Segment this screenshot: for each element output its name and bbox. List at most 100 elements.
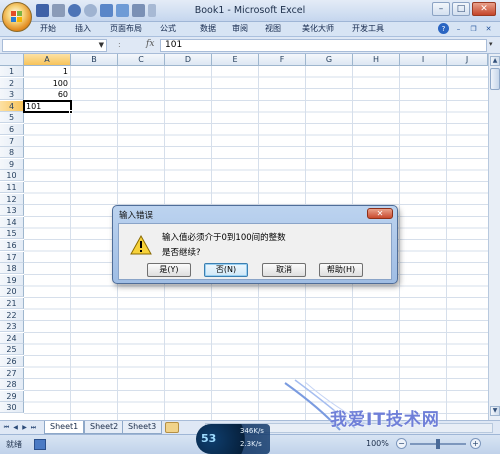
column-header-c[interactable]: C [118,54,165,66]
row-header-27[interactable]: 27 [0,367,24,379]
tab-page-layout[interactable]: 页面布局 [110,23,142,34]
cell-a2[interactable]: 100 [24,78,70,89]
tab-review[interactable]: 审阅 [232,23,248,34]
tab-formulas[interactable]: 公式 [160,23,176,34]
row-header-4[interactable]: 4 [0,100,24,112]
row-header-9[interactable]: 9 [0,158,24,170]
row-header-5[interactable]: 5 [0,112,24,124]
input-error-dialog: 输入错误 ✕ 输入值必须介于0到100间的整数 是否继续? 是(Y) 否(N) … [112,205,398,284]
prev-sheet-icon[interactable]: ◀ [11,423,20,432]
row-header-20[interactable]: 20 [0,286,24,298]
ribbon-restore-icon[interactable]: ❐ [468,23,479,34]
column-header-h[interactable]: H [353,54,400,66]
expand-formula-bar-icon[interactable]: ▾ [489,40,498,51]
office-logo-icon [11,11,24,24]
tab-home[interactable]: 开始 [40,23,56,34]
column-header-j[interactable]: J [447,54,488,66]
row-header-8[interactable]: 8 [0,147,24,159]
sheet-tab-3[interactable]: Sheet3 [122,421,163,434]
tab-view[interactable]: 视图 [265,23,281,34]
column-header-d[interactable]: D [165,54,212,66]
network-speed-widget: 53 346K/s 2.3K/s [196,424,270,454]
vertical-scroll-thumb[interactable] [490,68,500,90]
row-header-18[interactable]: 18 [0,263,24,275]
help-icon[interactable]: ? [438,23,449,34]
insert-function-icon[interactable]: fx [146,39,154,49]
row-header-26[interactable]: 26 [0,356,24,367]
next-sheet-icon[interactable]: ▶ [20,423,29,432]
row-header-14[interactable]: 14 [0,216,24,228]
row-header-1[interactable]: 1 [0,66,24,77]
active-cell-border [23,100,72,113]
row-header-22[interactable]: 22 [0,309,24,321]
dialog-close-button[interactable]: ✕ [367,208,393,219]
zoom-in-button[interactable]: + [470,438,481,449]
cell-a1[interactable]: 1 [24,66,70,77]
chevron-down-icon[interactable]: ▼ [99,41,104,49]
row-header-19[interactable]: 19 [0,274,24,286]
sheet-tab-2[interactable]: Sheet2 [84,421,125,434]
row-header-29[interactable]: 29 [0,390,24,402]
zoom-level[interactable]: 100% [366,439,389,448]
network-percent: 53 [201,432,217,445]
row-header-25[interactable]: 25 [0,344,24,356]
insert-sheet-icon[interactable] [165,422,179,433]
column-header-a[interactable]: A [24,54,71,66]
vertical-scrollbar[interactable]: ▲ ▼ [488,54,500,420]
tab-developer[interactable]: 开发工具 [352,23,384,34]
row-header-11[interactable]: 11 [0,182,24,193]
no-button[interactable]: 否(N) [204,263,248,277]
tab-insert[interactable]: 插入 [75,23,91,34]
minimize-button[interactable]: – [432,2,450,16]
column-header-f[interactable]: F [259,54,306,66]
maximize-button[interactable]: □ [452,2,470,16]
column-header-g[interactable]: G [306,54,353,66]
row-header-24[interactable]: 24 [0,332,24,344]
row-header-10[interactable]: 10 [0,170,24,182]
close-button[interactable]: ✕ [472,2,496,16]
download-speed: 2.3K/s [240,440,262,448]
row-header-13[interactable]: 13 [0,205,24,217]
sheet-tab-1[interactable]: Sheet1 [44,421,85,434]
first-sheet-icon[interactable]: ⏮ [2,423,11,432]
row-header-12[interactable]: 12 [0,193,24,205]
row-header-23[interactable]: 23 [0,321,24,333]
fill-handle[interactable] [69,110,73,114]
row-header-6[interactable]: 6 [0,124,24,135]
zoom-slider-thumb[interactable] [436,439,440,449]
column-header-i[interactable]: I [400,54,447,66]
row-header-16[interactable]: 16 [0,240,24,251]
macro-record-icon[interactable] [34,439,46,450]
scroll-up-icon[interactable]: ▲ [490,56,500,66]
tab-data[interactable]: 数据 [200,23,216,34]
ribbon-close-icon[interactable]: ✕ [483,23,494,34]
tab-beautify[interactable]: 美化大师 [302,23,334,34]
site-watermark: 我爱IT技术网 [330,410,440,430]
row-header-21[interactable]: 21 [0,298,24,309]
yes-button[interactable]: 是(Y) [147,263,191,277]
zoom-out-button[interactable]: − [396,438,407,449]
column-header-b[interactable]: B [71,54,118,66]
formula-input[interactable]: 101 [160,39,487,52]
status-ready: 就绪 [6,440,22,449]
row-header-2[interactable]: 2 [0,77,24,89]
last-sheet-icon[interactable]: ⏭ [29,423,38,432]
cancel-button[interactable]: 取消 [262,263,306,277]
help-button[interactable]: 帮助(H) [319,263,363,277]
dialog-message: 输入值必须介于0到100间的整数 [162,233,286,243]
select-all-corner[interactable] [0,54,24,66]
row-header-28[interactable]: 28 [0,379,24,391]
row-header-3[interactable]: 3 [0,89,24,101]
dialog-question: 是否继续? [162,248,201,258]
dialog-body: 输入值必须介于0到100间的整数 是否继续? 是(Y) 否(N) 取消 帮助(H… [118,223,392,280]
row-header-15[interactable]: 15 [0,228,24,240]
row-header-30[interactable]: 30 [0,402,24,414]
office-button[interactable] [2,2,32,32]
scroll-down-icon[interactable]: ▼ [490,406,500,416]
cell-a3[interactable]: 60 [24,89,70,100]
row-header-7[interactable]: 7 [0,135,24,147]
row-header-17[interactable]: 17 [0,251,24,263]
ribbon-minimize-icon[interactable]: – [453,23,464,34]
name-box[interactable]: ▼ [2,39,107,52]
column-header-e[interactable]: E [212,54,259,66]
